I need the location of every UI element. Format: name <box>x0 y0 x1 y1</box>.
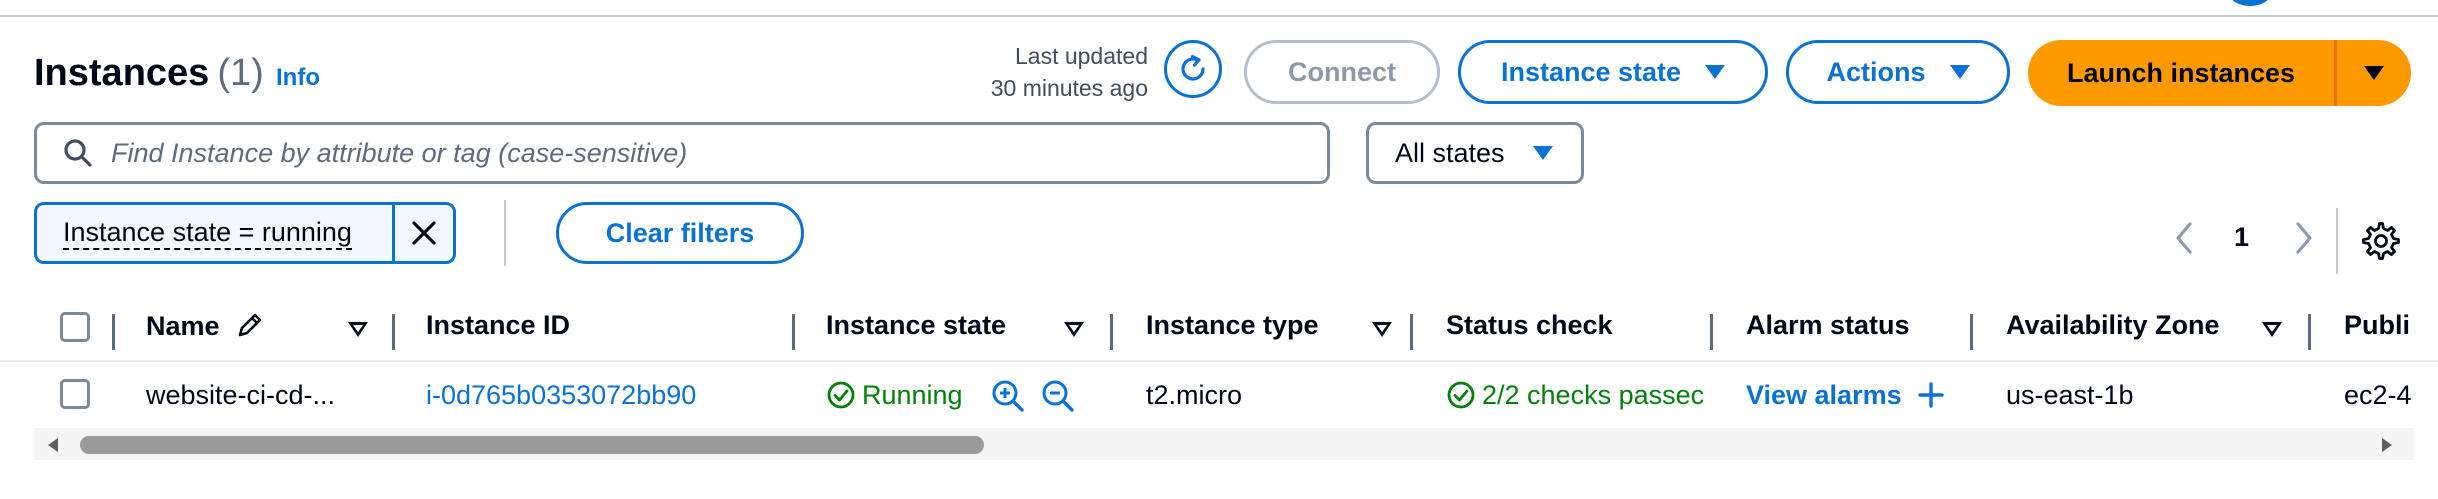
launch-instances-button[interactable]: Launch instances <box>2028 40 2334 106</box>
pencil-icon <box>238 313 262 337</box>
last-updated-time: 30 minutes ago <box>990 75 1148 101</box>
chevron-right-icon[interactable] <box>2290 218 2316 258</box>
chevron-left-icon[interactable] <box>2172 218 2198 258</box>
zoom-out-icon[interactable] <box>1040 378 1076 414</box>
view-alarms-label: View alarms <box>1746 380 1902 410</box>
refresh-button[interactable] <box>1164 40 1222 98</box>
gear-icon[interactable] <box>2362 222 2400 260</box>
instance-id-link[interactable]: i-0d765b0353072bb90 <box>426 380 696 411</box>
cell-public-dns: ec2-4 <box>2344 380 2412 410</box>
search-input[interactable] <box>109 136 1313 170</box>
search-icon <box>64 139 92 167</box>
caret-down-icon <box>2364 66 2384 80</box>
remove-filter-button[interactable] <box>392 205 453 261</box>
refresh-icon <box>1181 54 1205 81</box>
clear-filters-button[interactable]: Clear filters <box>556 202 804 264</box>
zoom-in-icon[interactable] <box>990 378 1026 414</box>
cell-availability-zone: us-east-1b <box>2006 380 2134 410</box>
column-header-availability-zone[interactable]: Availability Zone <box>2006 310 2220 341</box>
column-header-status-check[interactable]: Status check <box>1446 310 1613 341</box>
column-divider[interactable] <box>1710 314 1713 350</box>
cell-instance-state: Running <box>826 380 963 411</box>
cell-instance-type: t2.micro <box>1146 380 1243 410</box>
instance-count: (1) <box>217 52 264 94</box>
page-number[interactable]: 1 <box>2234 222 2249 253</box>
filter-divider <box>504 200 506 266</box>
search-box <box>34 122 1330 184</box>
column-divider[interactable] <box>1410 314 1413 350</box>
instance-state-dropdown-label: Instance state <box>1500 56 1682 87</box>
connect-button[interactable]: Connect <box>1244 40 1440 104</box>
column-header-public[interactable]: Publi <box>2344 310 2438 341</box>
sort-icon[interactable] <box>348 322 368 337</box>
last-updated-label: Last updated <box>1014 43 1148 69</box>
filter-token-text: Instance state = running <box>63 216 352 250</box>
pagination-divider <box>2336 208 2338 274</box>
table-header: Name Instance ID Instance state Instance… <box>34 300 2438 360</box>
status-positive-icon <box>827 381 855 409</box>
filter-token: Instance state = running <box>34 202 456 264</box>
table-row[interactable]: website-ci-cd-... i-0d765b0353072bb90 Ru… <box>0 360 2438 432</box>
column-divider[interactable] <box>2308 314 2311 350</box>
scrollbar-thumb[interactable] <box>80 436 984 454</box>
scroll-left-arrow[interactable] <box>46 436 60 454</box>
column-divider <box>112 314 115 350</box>
filter-token-label[interactable]: Instance state = running <box>37 205 392 261</box>
state-filter-value: All states <box>1395 137 1505 168</box>
last-updated: Last updated 30 minutes ago <box>930 40 1148 104</box>
top-divider <box>0 0 2438 17</box>
page-title-text: Instances <box>34 52 210 94</box>
column-header-alarm-status[interactable]: Alarm status <box>1746 310 1910 341</box>
column-divider[interactable] <box>792 314 795 350</box>
sort-icon[interactable] <box>1372 322 1392 337</box>
row-checkbox[interactable] <box>60 379 90 409</box>
state-filter-select[interactable]: All states <box>1366 122 1584 184</box>
column-header-instance-state[interactable]: Instance state <box>826 310 1006 341</box>
column-divider[interactable] <box>1970 314 1973 350</box>
instance-state-dropdown[interactable]: Instance state <box>1458 40 1768 104</box>
caret-down-icon <box>1705 65 1726 79</box>
info-link[interactable]: Info <box>276 64 320 92</box>
actions-dropdown[interactable]: Actions <box>1786 40 2010 104</box>
status-check-value: 2/2 checks passec <box>1482 380 1705 410</box>
plus-icon[interactable] <box>1917 381 1945 409</box>
instance-state-value: Running <box>862 380 963 410</box>
cell-status-check: 2/2 checks passec <box>1446 380 1712 411</box>
scroll-right-arrow[interactable] <box>2380 436 2394 454</box>
caret-down-icon <box>1949 65 1970 79</box>
cell-name: website-ci-cd-... <box>146 380 336 410</box>
view-alarms-link[interactable]: View alarms <box>1746 380 1945 411</box>
actions-dropdown-label: Actions <box>1826 56 1926 87</box>
launch-options-dropdown[interactable] <box>2337 40 2411 106</box>
connect-button-label: Connect <box>1288 56 1396 87</box>
status-positive-icon <box>1447 381 1475 409</box>
select-all-checkbox[interactable] <box>60 312 90 342</box>
column-header-instance-id[interactable]: Instance ID <box>426 310 570 341</box>
column-header-name-label: Name <box>146 311 220 341</box>
column-divider[interactable] <box>392 314 395 350</box>
sort-icon[interactable] <box>2262 322 2282 337</box>
launch-instances-label: Launch instances <box>2066 57 2296 88</box>
column-header-instance-type[interactable]: Instance type <box>1146 310 1319 341</box>
page-title: Instances (1) <box>34 52 264 95</box>
column-header-name[interactable]: Name <box>146 310 265 342</box>
close-icon <box>412 221 436 245</box>
launch-instances-split-button: Launch instances <box>2028 40 2411 106</box>
sort-icon[interactable] <box>1064 322 1084 337</box>
clear-filters-label: Clear filters <box>605 217 755 248</box>
column-divider[interactable] <box>1110 314 1113 350</box>
caret-down-icon <box>1532 146 1553 160</box>
